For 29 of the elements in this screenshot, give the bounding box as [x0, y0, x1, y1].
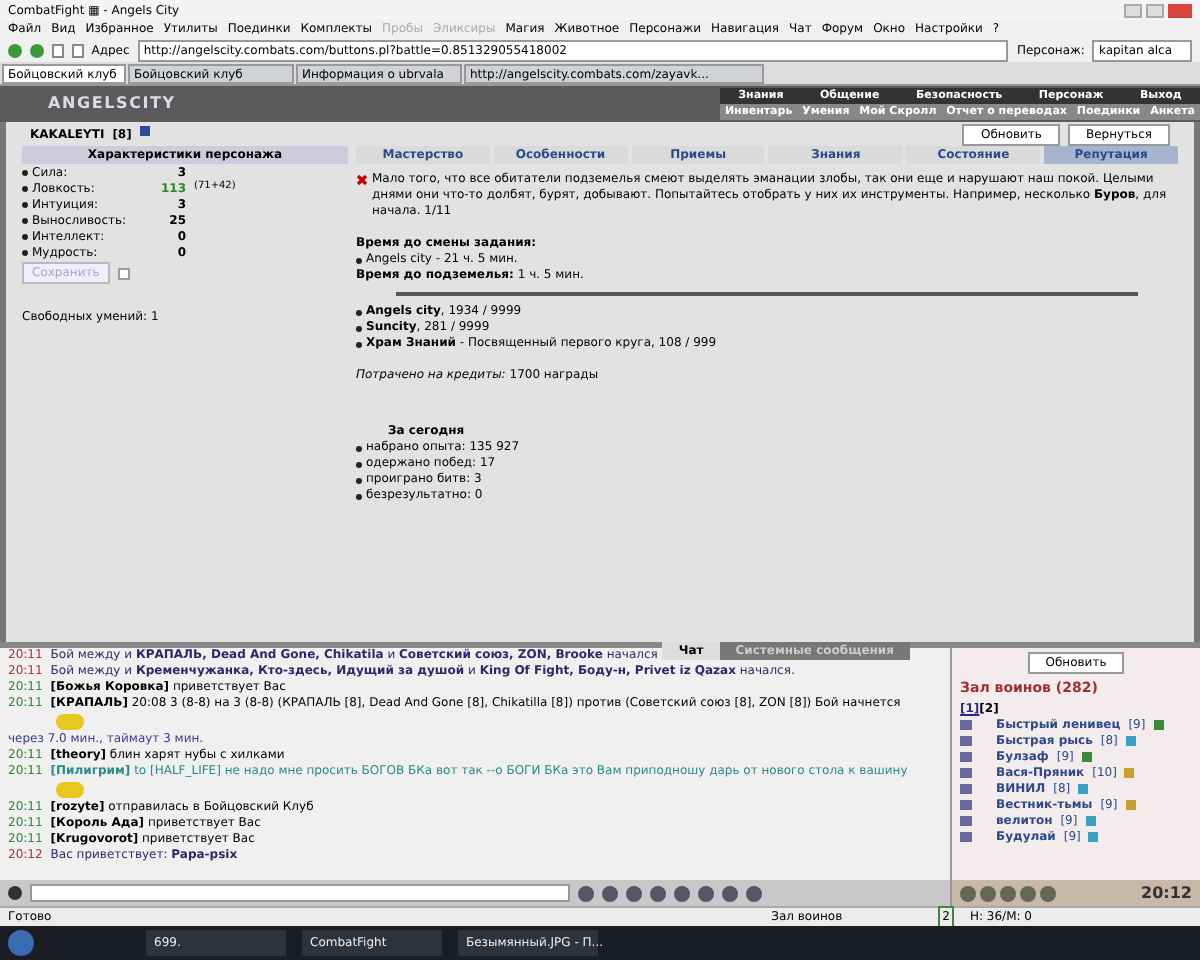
start-icon[interactable]: [8, 930, 34, 956]
bullet-icon: [22, 169, 28, 175]
smiley-icon: [56, 714, 84, 730]
game-clock: 20:12: [1141, 881, 1192, 905]
bullet-icon: [22, 185, 28, 191]
bullet-icon: [356, 461, 362, 467]
bullet-icon: [356, 493, 362, 499]
game-logo: ANGELSCITY: [46, 92, 176, 116]
bullet-icon: [22, 233, 28, 239]
bullet-icon: [356, 325, 362, 331]
checkbox[interactable]: [117, 267, 130, 279]
forward-icon[interactable]: [29, 43, 44, 57]
minimize-icon[interactable]: [1124, 3, 1142, 17]
bullet-icon: [356, 477, 362, 483]
close-icon[interactable]: [1168, 3, 1192, 17]
bullet-icon: [22, 201, 28, 207]
bullet-icon: [356, 309, 362, 315]
bullet-icon: [356, 445, 362, 451]
cross-icon: [356, 174, 368, 186]
smiley-icon: [56, 782, 84, 798]
chat-input[interactable]: [30, 884, 570, 902]
info-icon[interactable]: [139, 125, 150, 135]
bullet-icon: [22, 217, 28, 223]
bullet-icon: [356, 341, 362, 347]
maximize-icon[interactable]: [1146, 3, 1164, 17]
avatar-icon: [8, 886, 22, 900]
bullet-icon: [356, 257, 362, 263]
bullet-icon: [22, 249, 28, 255]
back-icon[interactable]: [8, 43, 22, 57]
